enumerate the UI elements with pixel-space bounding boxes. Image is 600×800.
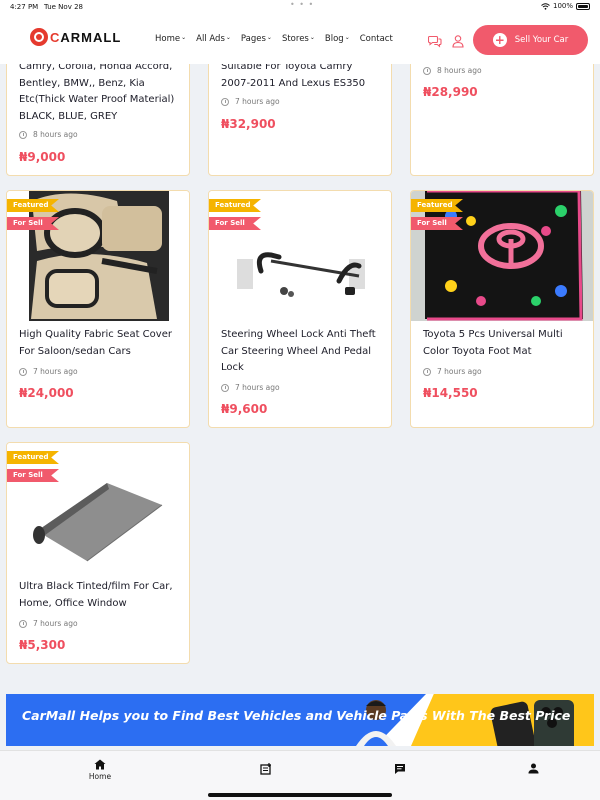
user-icon[interactable] (451, 34, 465, 48)
home-icon (94, 759, 106, 770)
site-header: CARMALL Home⌄ All Ads⌄ Pages⌄ Stores⌄ Bl… (0, 14, 600, 64)
chevron-down-icon: ⌄ (225, 34, 231, 41)
tab-home-label: Home (88, 772, 112, 781)
listing-card[interactable]: Featured For Sell High Quality Fabric Se… (6, 190, 190, 428)
sell-button-label: Sell Your Car (514, 35, 569, 45)
banner-text: CarMall Helps you to Find Best Vehicles … (22, 708, 571, 723)
listing-title[interactable]: High Quality Fabric Seat Cover For Saloo… (19, 327, 181, 360)
listing-card[interactable]: Suitable For Toyota Camry 2007-2011 And … (208, 64, 392, 176)
clock-icon (423, 66, 431, 75)
featured-badge: Featured (7, 451, 59, 464)
plus-icon: + (492, 33, 507, 47)
nav-pages[interactable]: Pages⌄ (241, 34, 272, 44)
listing-card[interactable]: Featured For Sell Toyota 5 Pcs Universal… (410, 190, 594, 428)
listing-title[interactable]: Suitable For Toyota Camry 2007-2011 And … (221, 64, 383, 92)
listing-title[interactable]: Ultra Black Tinted/film For Car, Home, O… (19, 579, 181, 612)
listing-price: ₦9,000 (19, 150, 66, 164)
home-indicator[interactable] (208, 793, 392, 797)
promo-banner[interactable]: CarMall Helps you to Find Best Vehicles … (6, 694, 594, 746)
messages-icon (395, 764, 405, 774)
listing-price: ₦28,990 (423, 85, 478, 99)
clock-icon (221, 97, 229, 106)
listing-time: 7 hours ago (19, 367, 78, 376)
nav-contact[interactable]: Contact (360, 34, 393, 44)
post-ad-icon (260, 763, 271, 775)
tab-home[interactable]: Home (80, 759, 120, 781)
for-sell-badge: For Sell (7, 469, 59, 482)
tab-post-ad[interactable] (246, 759, 286, 777)
status-date: Tue Nov 28 (44, 3, 83, 11)
nav-stores[interactable]: Stores⌄ (282, 34, 315, 44)
chat-icon[interactable] (428, 34, 442, 48)
featured-badge: Featured (209, 199, 261, 212)
listings-grid: Camry, Corolla, Honda Accord, Bentley, B… (0, 64, 600, 750)
profile-icon (528, 763, 538, 774)
listing-time: 7 hours ago (221, 383, 280, 392)
clock-icon (423, 367, 431, 376)
wifi-icon (541, 2, 550, 10)
listing-time: 7 hours ago (19, 619, 78, 628)
chevron-down-icon: ⌄ (344, 34, 350, 41)
clock-icon (221, 383, 229, 392)
tab-profile[interactable] (513, 759, 553, 776)
multitask-dots[interactable]: • • • (290, 0, 314, 9)
logo-mark: C (50, 29, 61, 45)
listing-card[interactable]: 8 hours ago ₦28,990 (410, 64, 594, 176)
status-bar: 4:27 PM Tue Nov 28 • • • 100% (0, 0, 600, 14)
listing-price: ₦9,600 (221, 402, 268, 416)
main-nav: Home⌄ All Ads⌄ Pages⌄ Stores⌄ Blog⌄ Cont… (155, 34, 403, 44)
listing-time: 7 hours ago (221, 97, 280, 106)
listing-price: ₦14,550 (423, 386, 478, 400)
listing-time: 7 hours ago (423, 367, 482, 376)
carmall-logo[interactable]: CARMALL (30, 28, 121, 46)
clock-icon (19, 619, 27, 628)
nav-home[interactable]: Home⌄ (155, 34, 186, 44)
listing-price: ₦24,000 (19, 386, 74, 400)
nav-all-ads[interactable]: All Ads⌄ (196, 34, 231, 44)
status-right: 100% (541, 2, 590, 10)
listing-price: ₦32,900 (221, 117, 276, 131)
battery-percent: 100% (552, 2, 573, 10)
listing-card[interactable]: Featured For Sell Ultra Black Tinted/fil… (6, 442, 190, 664)
listing-time: 8 hours ago (423, 66, 482, 75)
featured-badge: Featured (7, 199, 59, 212)
for-sell-badge: For Sell (209, 217, 261, 230)
listing-title[interactable]: Toyota 5 Pcs Universal Multi Color Toyot… (423, 327, 585, 360)
battery-icon (576, 2, 590, 10)
for-sell-badge: For Sell (7, 217, 59, 230)
sell-your-car-button[interactable]: + Sell Your Car (473, 25, 588, 55)
tab-messages[interactable] (380, 759, 420, 777)
chevron-down-icon: ⌄ (266, 34, 272, 41)
listing-card[interactable]: Camry, Corolla, Honda Accord, Bentley, B… (6, 64, 190, 176)
listing-title[interactable]: Camry, Corolla, Honda Accord, Bentley, B… (19, 64, 181, 125)
nav-blog[interactable]: Blog⌄ (325, 34, 350, 44)
clock-icon (19, 130, 27, 139)
logo-text: ARMALL (60, 29, 122, 45)
listing-price: ₦5,300 (19, 638, 66, 652)
listing-title[interactable]: Steering Wheel Lock Anti Theft Car Steer… (221, 327, 383, 377)
chevron-down-icon: ⌄ (309, 34, 315, 41)
chevron-down-icon: ⌄ (181, 34, 187, 41)
wheel-logo-icon (30, 28, 48, 46)
status-time: 4:27 PM (10, 3, 39, 11)
listing-time: 8 hours ago (19, 130, 78, 139)
listing-card[interactable]: Featured For Sell Steering Wheel Lock An… (208, 190, 392, 428)
clock-icon (19, 367, 27, 376)
